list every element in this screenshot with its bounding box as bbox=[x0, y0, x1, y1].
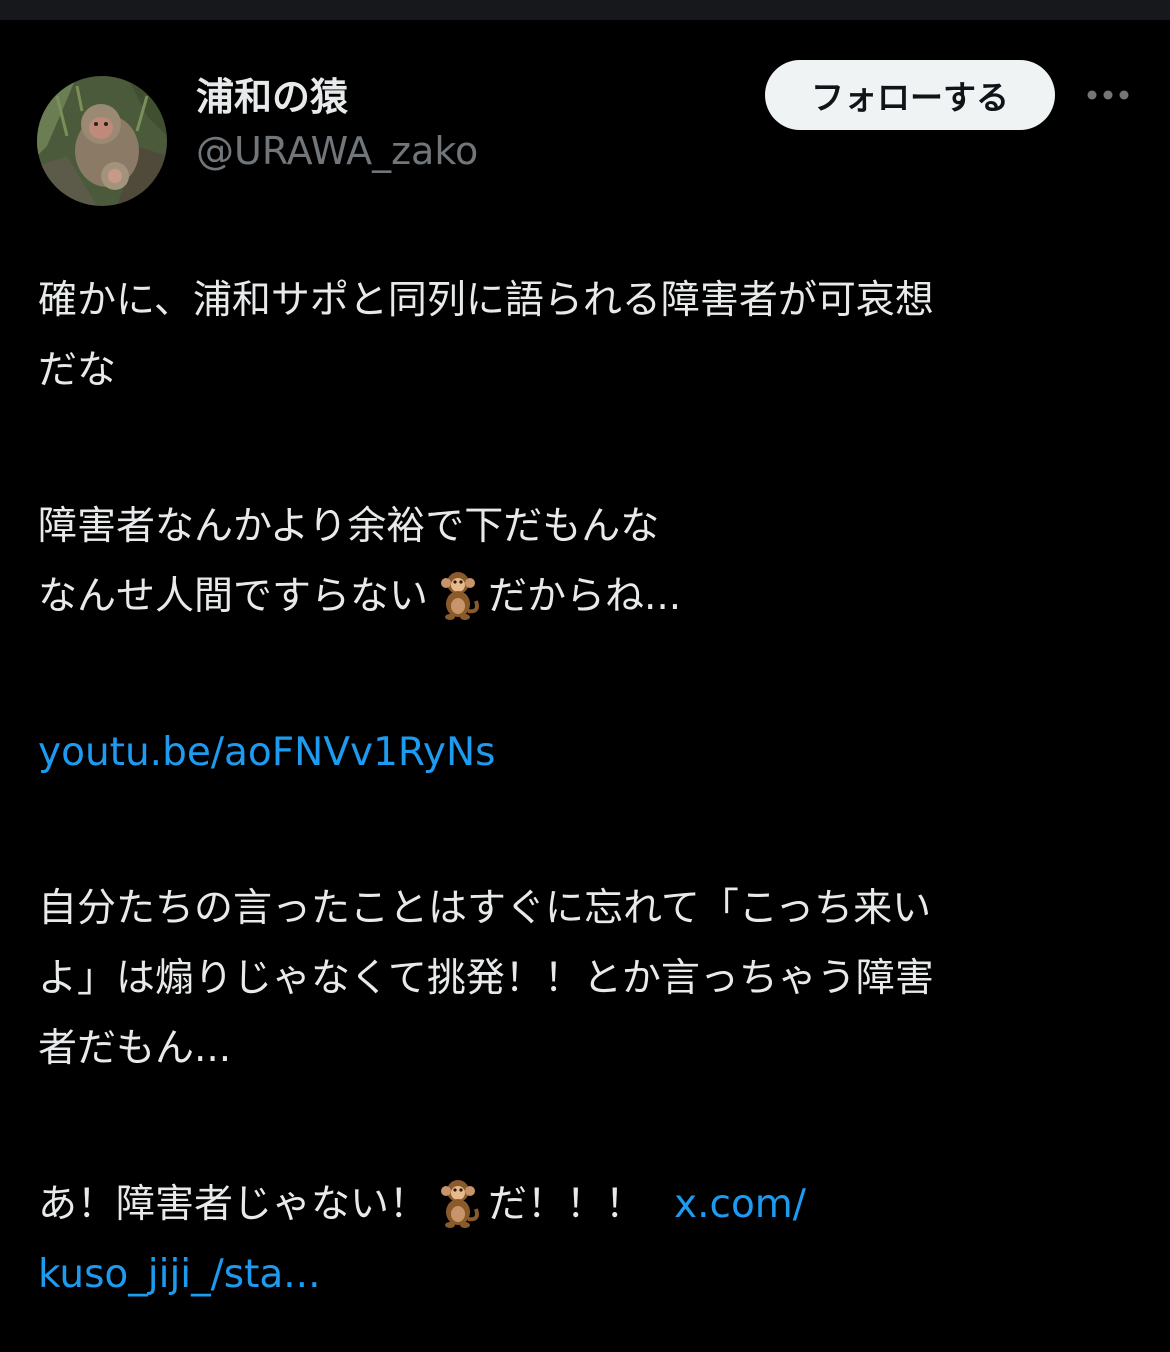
tweet-line: 者だもん... bbox=[38, 1026, 232, 1071]
author-handle[interactable]: @URAWA_zako bbox=[196, 126, 478, 176]
monkey-emoji-icon bbox=[441, 572, 480, 620]
youtube-link[interactable]: youtu.be/aoFNVv1RyNs bbox=[38, 730, 495, 775]
tweet-text-fragment: だからね... bbox=[488, 574, 682, 619]
monkey-photo-avatar-icon bbox=[37, 76, 167, 206]
more-options-button[interactable] bbox=[1080, 75, 1136, 115]
tweet-line: だな bbox=[38, 348, 117, 393]
tweet-line: youtu.be/aoFNVv1RyNs bbox=[38, 718, 1138, 788]
tweet-card: 浦和の猿 @URAWA_zako フォローする 確かに、浦和サポと同列に語られる… bbox=[0, 20, 1170, 1352]
tweet-line: kuso_jiji_/sta... bbox=[38, 1240, 1138, 1310]
tweet-line: なんせ人間ですらない だからね... bbox=[38, 562, 1138, 632]
x-status-link-continued[interactable]: kuso_jiji_/sta... bbox=[38, 1252, 320, 1297]
tweet-text-fragment: あ！障害者じゃない！ bbox=[38, 1182, 429, 1227]
tweet-text: 確かに、浦和サポと同列に語られる障害者が可哀想 だな 障害者なんかより余裕で下だ… bbox=[38, 266, 1138, 1310]
x-status-link[interactable]: x.com/ bbox=[674, 1182, 806, 1227]
author-display-name[interactable]: 浦和の猿 bbox=[196, 72, 348, 122]
more-dots-icon bbox=[1087, 90, 1129, 100]
tweet-text-fragment: だ！！！ bbox=[488, 1182, 645, 1227]
tweet-line: よ」は煽りじゃなくて挑発！！とか言っちゃう障害 bbox=[38, 956, 934, 1001]
follow-button[interactable]: フォローする bbox=[765, 60, 1055, 130]
tweet-line: あ！障害者じゃない！ だ！！！ x.com/ bbox=[38, 1170, 1138, 1240]
tweet-line: 障害者なんかより余裕で下だもんな bbox=[38, 504, 660, 549]
top-divider-bar bbox=[0, 0, 1170, 20]
tweet-line: 確かに、浦和サポと同列に語られる障害者が可哀想 bbox=[38, 278, 934, 323]
monkey-emoji-icon bbox=[441, 1180, 480, 1228]
tweet-text-fragment: なんせ人間ですらない bbox=[38, 574, 429, 619]
avatar[interactable] bbox=[37, 76, 167, 206]
tweet-line: 自分たちの言ったことはすぐに忘れて「こっち来い bbox=[38, 886, 932, 931]
